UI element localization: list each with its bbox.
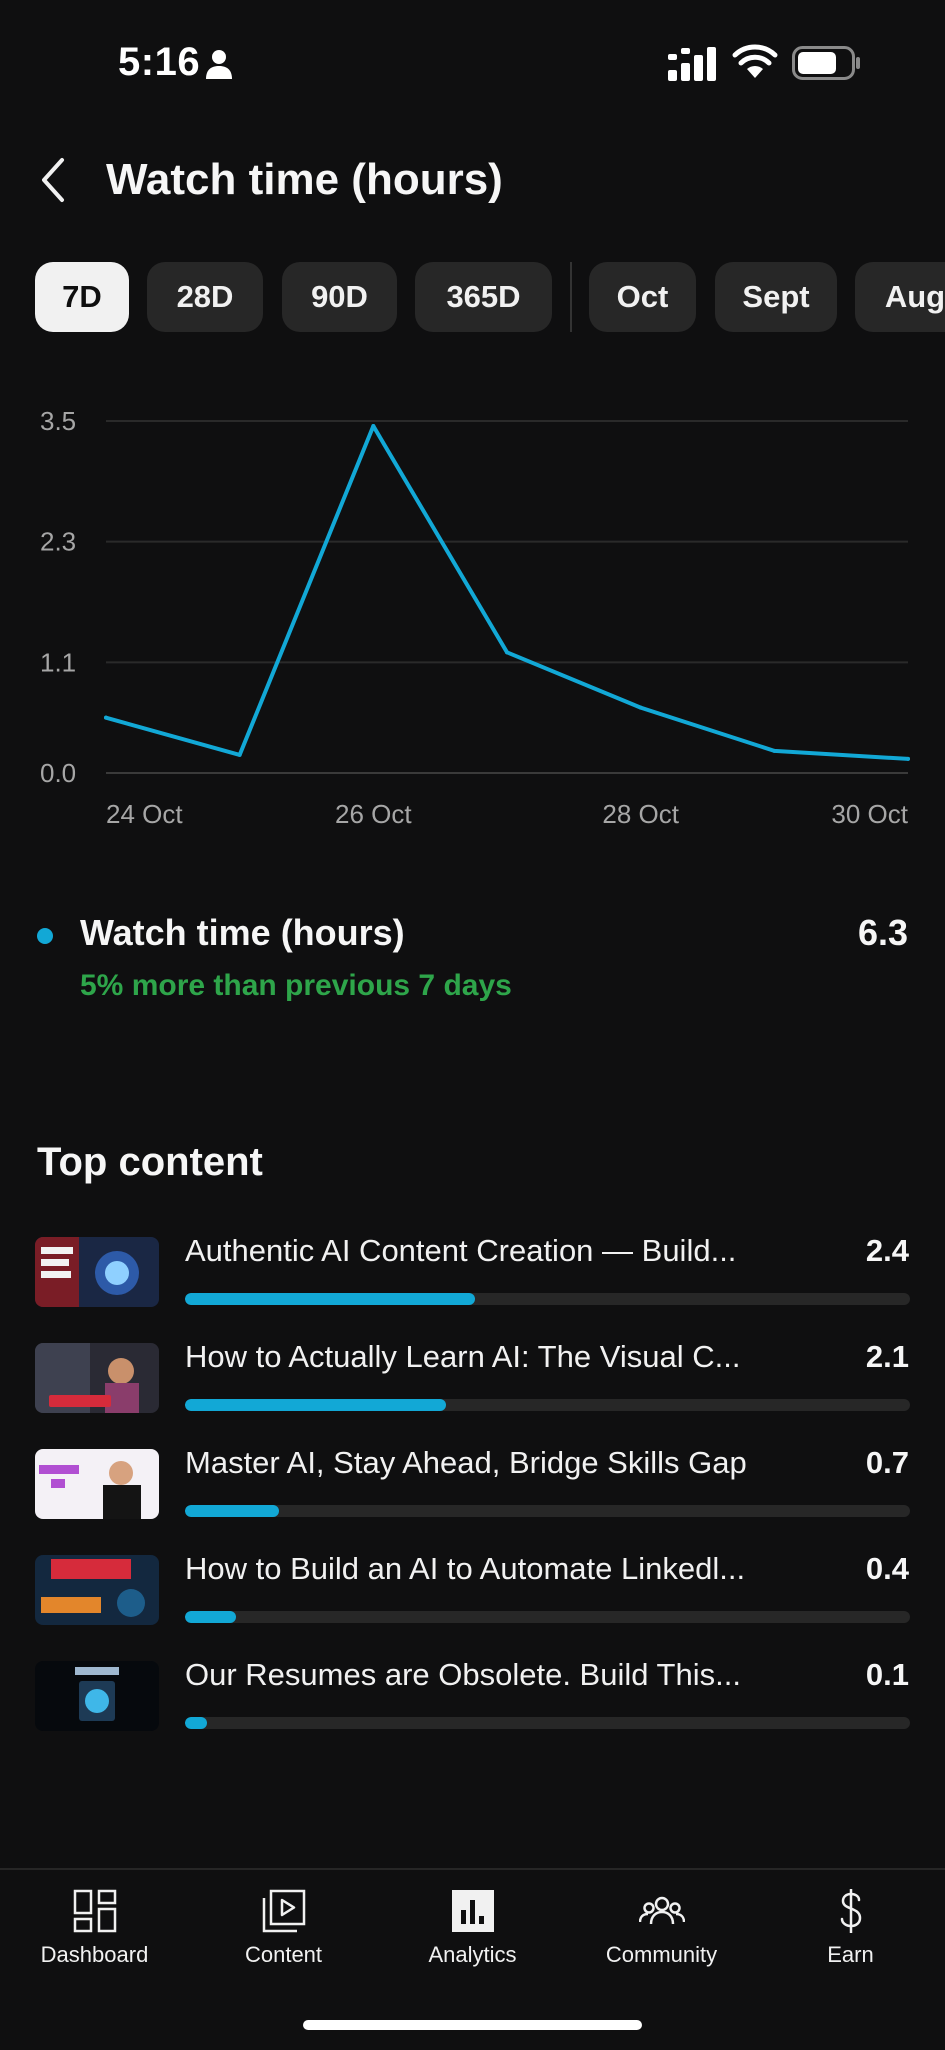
legend-label: Watch time (hours): [80, 912, 405, 953]
content-title: How to Actually Learn AI: The Visual C..…: [185, 1339, 741, 1374]
video-thumbnail: [35, 1237, 159, 1307]
legend-dot: [37, 928, 53, 944]
content-value: 2.1: [865, 1339, 909, 1374]
page-title: Watch time (hours): [106, 155, 503, 204]
range-tabs: 7D 28D 90D 365D Oct Sept Aug: [35, 262, 945, 332]
y-tick-label: 0.0: [40, 758, 76, 788]
chart-legend: Watch time (hours) 6.3 5% more than prev…: [0, 900, 945, 1010]
video-thumbnail: [35, 1343, 159, 1413]
content-title: Our Resumes are Obsolete. Build This...: [185, 1657, 741, 1692]
status-time: 5:16: [118, 40, 201, 84]
tab-365d[interactable]: 365D: [415, 262, 552, 332]
progress-fill: [185, 1611, 236, 1623]
nav-community[interactable]: Community: [567, 1870, 756, 2000]
nav-label: Community: [605, 1942, 718, 1967]
person-icon: [206, 50, 232, 79]
status-bar: 5:16: [0, 0, 945, 130]
series-line: [104, 424, 910, 761]
home-indicator: [303, 2020, 642, 2030]
tab-divider: [570, 262, 572, 332]
video-thumbnail: [35, 1555, 159, 1625]
content-title: Master AI, Stay Ahead, Bridge Skills Gap: [185, 1445, 747, 1480]
nav-dashboard[interactable]: Dashboard: [0, 1870, 189, 2000]
list-item[interactable]: Our Resumes are Obsolete. Build This... …: [0, 1654, 945, 1734]
progress-fill: [185, 1505, 280, 1517]
watch-time-chart: 3.5 2.3 1.1 0.0 24 Oct 26 Oct 28 Oct 30 Oct: [40, 406, 910, 829]
x-tick-label: 28 Oct: [602, 799, 679, 829]
content-title: How to Build an AI to Automate Linkedl..…: [185, 1551, 746, 1586]
data-point: [237, 752, 242, 757]
y-tick-label: 3.5: [40, 406, 76, 436]
y-tick-label: 2.3: [40, 527, 76, 557]
legend-change-text: 5% more than previous 7 days: [80, 969, 512, 1002]
content-value: 2.4: [865, 1233, 909, 1268]
battery-icon: [792, 46, 860, 80]
video-thumbnail: [35, 1449, 159, 1519]
content-value: 0.7: [865, 1445, 909, 1480]
list-item[interactable]: How to Actually Learn AI: The Visual C..…: [0, 1336, 945, 1416]
progress-fill: [185, 1293, 475, 1305]
analytics-icon: [451, 1890, 494, 1932]
tab-sept[interactable]: Sept: [715, 262, 837, 332]
y-tick-label: 1.1: [40, 647, 76, 677]
progress-fill: [185, 1399, 446, 1411]
legend-value: 6.3: [857, 912, 908, 953]
data-point: [371, 424, 376, 429]
progress-track: [185, 1505, 910, 1517]
nav-label: Analytics: [428, 1942, 517, 1967]
nav-label: Earn: [827, 1942, 874, 1967]
back-button[interactable]: [30, 150, 80, 210]
nav-analytics[interactable]: Analytics: [378, 1870, 567, 2000]
nav-label: Content: [244, 1942, 323, 1967]
progress-track: [185, 1293, 910, 1305]
data-point: [104, 715, 108, 720]
data-point: [638, 705, 643, 710]
tab-7d[interactable]: 7D: [35, 262, 129, 332]
nav-content[interactable]: Content: [189, 1870, 378, 2000]
list-item[interactable]: Master AI, Stay Ahead, Bridge Skills Gap…: [0, 1442, 945, 1522]
progress-track: [185, 1399, 910, 1411]
signal-icon: [668, 47, 716, 81]
progress-track: [185, 1611, 910, 1623]
video-thumbnail: [35, 1661, 159, 1731]
tab-oct[interactable]: Oct: [589, 262, 696, 332]
dashboard-icon: [73, 1889, 116, 1933]
content-title: Authentic AI Content Creation — Build...: [185, 1233, 737, 1268]
content-value: 0.4: [865, 1551, 909, 1586]
data-point: [906, 756, 910, 761]
tab-28d[interactable]: 28D: [147, 262, 263, 332]
tab-90d[interactable]: 90D: [282, 262, 397, 332]
content-icon: [262, 1889, 305, 1933]
x-tick-label: 30 Oct: [831, 799, 908, 829]
list-item[interactable]: How to Build an AI to Automate Linkedl..…: [0, 1548, 945, 1628]
top-content-title: Top content: [37, 1140, 263, 1184]
list-item[interactable]: Authentic AI Content Creation — Build...…: [0, 1230, 945, 1310]
x-tick-label: 24 Oct: [106, 799, 183, 829]
earn-icon: [840, 1889, 861, 1933]
wifi-icon: [732, 44, 778, 78]
tab-aug[interactable]: Aug: [855, 262, 945, 332]
nav-earn[interactable]: Earn: [756, 1870, 945, 2000]
community-icon: [638, 1896, 685, 1925]
progress-fill: [185, 1717, 207, 1729]
header: Watch time (hours): [0, 140, 945, 220]
nav-label: Dashboard: [40, 1942, 149, 1967]
content-value: 0.1: [865, 1657, 909, 1692]
data-point: [505, 650, 509, 655]
progress-track: [185, 1717, 910, 1729]
data-point: [772, 748, 777, 753]
x-tick-label: 26 Oct: [335, 799, 412, 829]
